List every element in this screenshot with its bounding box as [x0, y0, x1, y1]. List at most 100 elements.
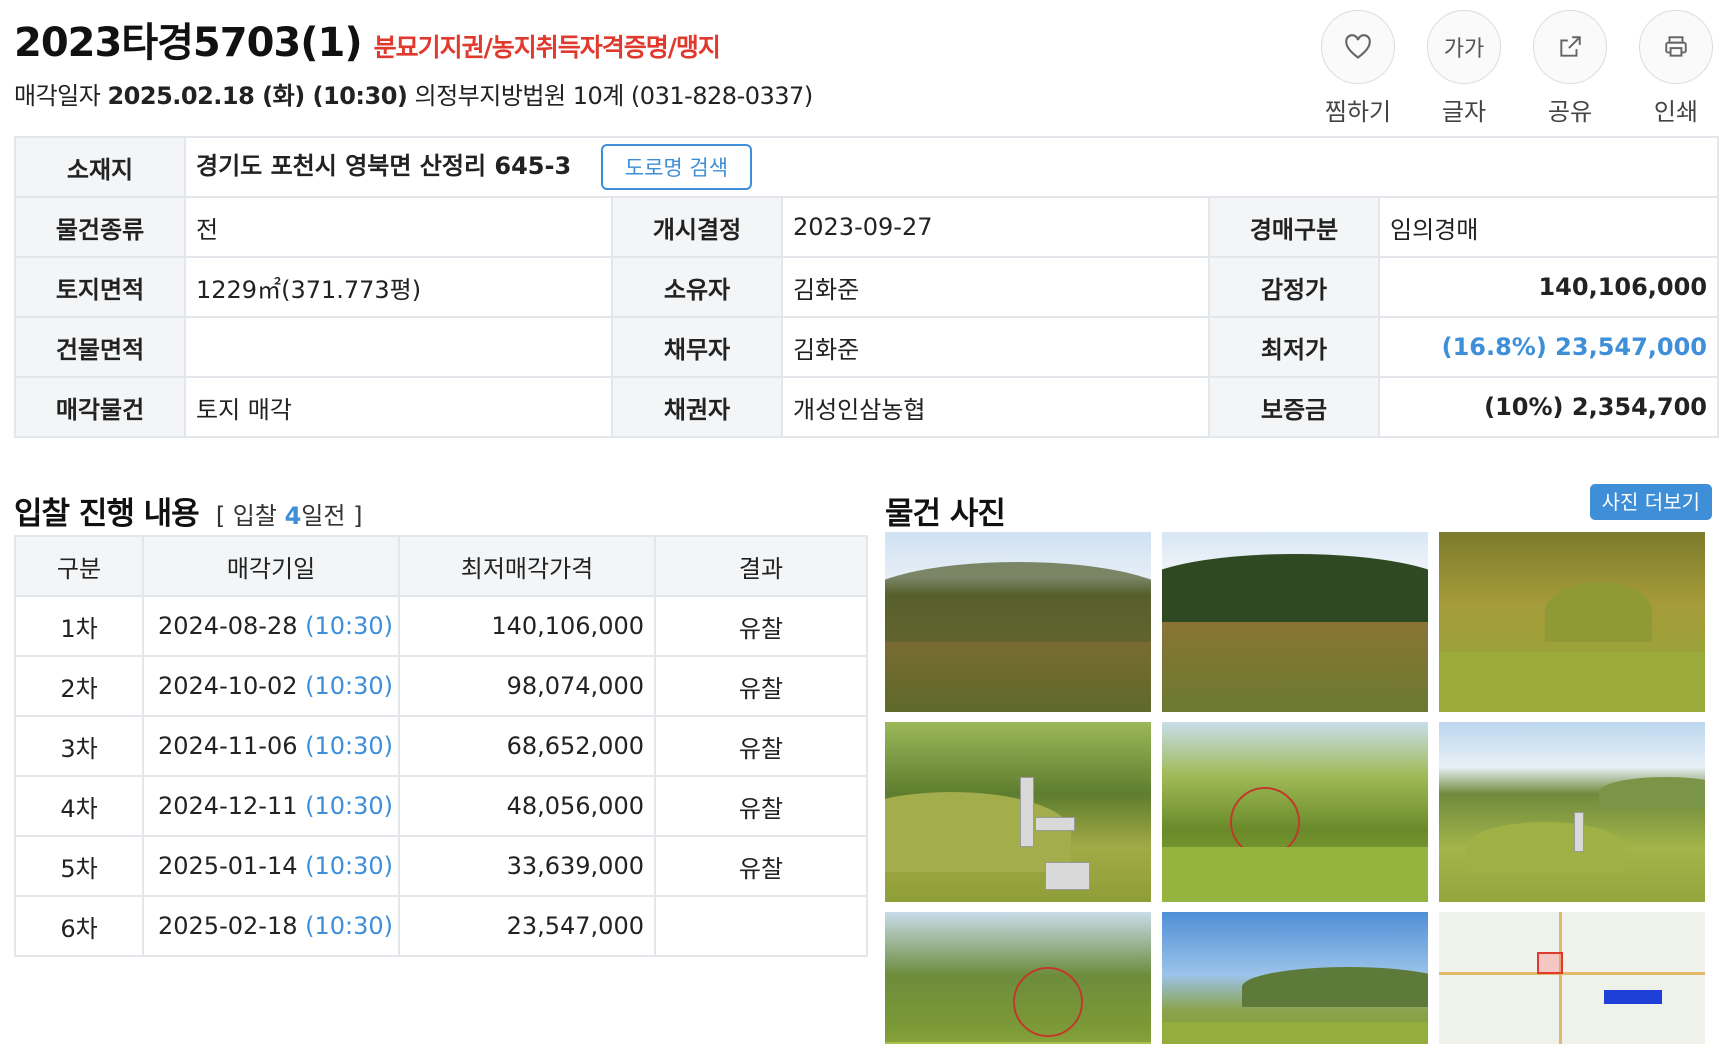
date-cell: 2024-10-02 (10:30)	[142, 655, 400, 717]
font-size-button[interactable]: 가가 글자	[1426, 10, 1502, 127]
date-cell: 2024-08-28 (10:30)	[142, 595, 400, 657]
price-cell: 140,106,000	[398, 595, 656, 657]
road-search-button[interactable]: 도로명 검색	[600, 144, 753, 190]
column-header: 매각기일	[142, 535, 400, 597]
bidding-countdown: [ 입찰 4일전 ]	[216, 502, 363, 530]
info-label: 개시결정	[611, 196, 783, 258]
print-button[interactable]: 인쇄	[1638, 10, 1714, 127]
info-label: 채권자	[611, 376, 783, 438]
countdown-prefix: [ 입찰	[215, 502, 285, 530]
location-label: 소재지	[14, 136, 186, 198]
countdown-days: 4	[284, 502, 302, 530]
countdown-suffix: 일전 ]	[301, 502, 363, 530]
header: 2023타경5703(1) 분묘기지권/농지취득자격증명/맹지 매각일자 202…	[14, 10, 1714, 126]
share-button[interactable]: 공유	[1532, 10, 1608, 127]
bidding-table: 구분 매각기일 최저매각가격 결과 1차 2024-08-28 (10:30) …	[14, 535, 868, 957]
location-map-thumbnail[interactable]	[1439, 912, 1705, 1044]
round-cell: 1차	[14, 595, 144, 657]
price-cell: 48,056,000	[398, 775, 656, 837]
share-label: 공유	[1547, 98, 1593, 126]
bidding-title: 입찰 진행 내용	[14, 496, 200, 532]
info-label: 소유자	[611, 256, 783, 318]
info-value: 개성인삼농협	[781, 376, 1210, 438]
font-size-label: 글자	[1441, 98, 1487, 126]
info-label: 보증금	[1208, 376, 1380, 438]
column-header: 최저매각가격	[398, 535, 656, 597]
location-cell: 경기도 포천시 영북면 산정리 645-3 도로명 검색	[183, 136, 1720, 198]
table-row: 1차 2024-08-28 (10:30) 140,106,000 유찰	[14, 595, 868, 657]
case-tags: 분묘기지권/농지취득자격증명/맹지	[373, 33, 721, 62]
info-value: 김화준	[781, 316, 1210, 378]
price-cell: 98,074,000	[398, 655, 656, 717]
info-row: 물건종류 전 개시결정 2023-09-27 경매구분 임의경매	[14, 196, 1720, 258]
more-photos-button[interactable]: 사진 더보기	[1589, 484, 1712, 520]
date-cell: 2024-11-06 (10:30)	[142, 715, 400, 777]
sale-time: (10:30)	[305, 732, 394, 760]
font-size-icon: 가가	[1427, 10, 1501, 84]
round-cell: 6차	[14, 895, 144, 957]
info-value: 임의경매	[1377, 196, 1720, 258]
property-photo[interactable]	[1162, 722, 1428, 902]
sale-date: 2025-02-18	[158, 912, 298, 940]
result-cell: 유찰	[654, 595, 868, 657]
info-label: 물건종류	[14, 196, 186, 258]
sale-time: (10:30)	[305, 912, 394, 940]
case-number: 2023타경5703(1)	[14, 20, 363, 66]
favorite-label: 찜하기	[1324, 98, 1392, 126]
table-row: 4차 2024-12-11 (10:30) 48,056,000 유찰	[14, 775, 868, 837]
round-cell: 5차	[14, 835, 144, 897]
sale-date: 2025-01-14	[158, 852, 298, 880]
info-value: 전	[184, 196, 613, 258]
sale-time: (10:30)	[305, 612, 394, 640]
photo-grid	[885, 532, 1712, 1044]
share-icon	[1533, 10, 1607, 84]
sale-time: (10:30)	[305, 672, 394, 700]
info-row: 건물면적 채무자 김화준 최저가 (16.8%) 23,547,000	[14, 316, 1720, 378]
photos-title: 물건 사진	[885, 496, 1006, 532]
property-photo[interactable]	[1439, 722, 1705, 902]
font-size-glyph: 가가	[1443, 37, 1485, 62]
info-value: 1229㎡(371.773평)	[184, 256, 613, 318]
info-label: 경매구분	[1208, 196, 1380, 258]
table-row: 3차 2024-11-06 (10:30) 68,652,000 유찰	[14, 715, 868, 777]
property-photo[interactable]	[885, 532, 1151, 712]
round-cell: 2차	[14, 655, 144, 717]
property-photo[interactable]	[1439, 532, 1705, 712]
date-cell: 2024-12-11 (10:30)	[142, 775, 400, 837]
location-row: 소재지 경기도 포천시 영북면 산정리 645-3 도로명 검색	[14, 136, 1720, 198]
info-value: 토지 매각	[184, 376, 613, 438]
info-label: 채무자	[611, 316, 783, 378]
table-row: 2차 2024-10-02 (10:30) 98,074,000 유찰	[14, 655, 868, 717]
sale-date: 2024-08-28	[158, 612, 298, 640]
info-value	[184, 316, 613, 378]
info-label: 감정가	[1208, 256, 1380, 318]
property-photo[interactable]	[885, 722, 1151, 902]
sale-time: (10:30)	[305, 792, 394, 820]
result-cell: 유찰	[654, 655, 868, 717]
price-cell: 33,639,000	[398, 835, 656, 897]
minimum-price: (16.8%) 23,547,000	[1377, 316, 1720, 378]
date-cell: 2025-02-18 (10:30)	[142, 895, 400, 957]
sale-label: 매각일자	[14, 82, 101, 110]
print-label: 인쇄	[1653, 98, 1699, 126]
price-cell: 68,652,000	[398, 715, 656, 777]
property-photo[interactable]	[1162, 532, 1428, 712]
round-cell: 4차	[14, 775, 144, 837]
result-cell: 유찰	[654, 775, 868, 837]
info-label: 매각물건	[14, 376, 186, 438]
action-bar: 찜하기 가가 글자 공유 인쇄	[1320, 10, 1714, 127]
table-row: 5차 2025-01-14 (10:30) 33,639,000 유찰	[14, 835, 868, 897]
round-cell: 3차	[14, 715, 144, 777]
info-label: 토지면적	[14, 256, 186, 318]
print-icon	[1639, 10, 1713, 84]
column-header: 결과	[654, 535, 868, 597]
heart-icon	[1321, 10, 1395, 84]
property-photo[interactable]	[885, 912, 1151, 1044]
property-info-table: 소재지 경기도 포천시 영북면 산정리 645-3 도로명 검색 물건종류 전 …	[14, 136, 1720, 438]
info-row: 매각물건 토지 매각 채권자 개성인삼농협 보증금 (10%) 2,354,70…	[14, 376, 1720, 438]
info-label: 최저가	[1208, 316, 1380, 378]
property-photo[interactable]	[1162, 912, 1428, 1044]
favorite-button[interactable]: 찜하기	[1320, 10, 1396, 127]
table-row: 6차 2025-02-18 (10:30) 23,547,000	[14, 895, 868, 957]
court-info: 의정부지방법원 10계 (031-828-0337)	[414, 82, 814, 110]
